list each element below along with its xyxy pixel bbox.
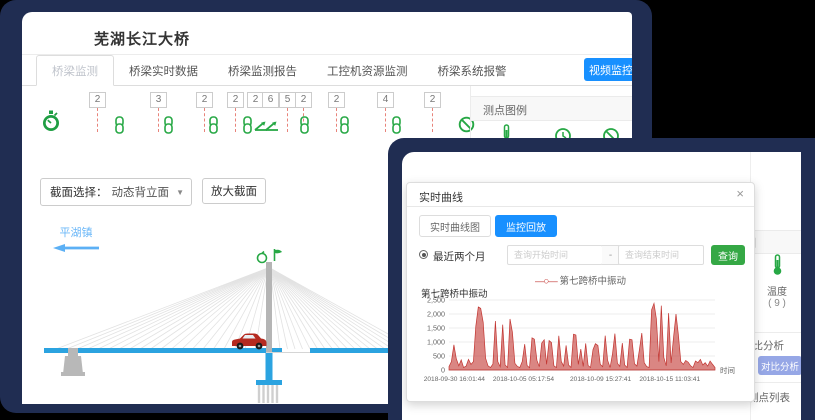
main-tab-bar: 桥梁监测桥梁实时数据桥梁监测报告工控机资源监测桥梁系统报警 bbox=[36, 55, 522, 86]
chevron-down-icon: ▼ bbox=[176, 188, 191, 197]
query-row: 最近两个月 - 查询 bbox=[419, 245, 742, 267]
divider bbox=[751, 332, 801, 333]
bridge-diagram bbox=[28, 248, 400, 404]
link-icon[interactable] bbox=[241, 116, 254, 139]
recent-two-months-label: 最近两个月 bbox=[433, 249, 486, 264]
stopwatch-icon[interactable] bbox=[41, 110, 61, 138]
page-title: 芜湖长江大桥 bbox=[94, 28, 190, 49]
link-icon[interactable] bbox=[113, 116, 126, 139]
realtime-curve-modal: 实时曲线 × 实时曲线图监控回放 最近两个月 - 查询 —○— 第七跨桥中振动 … bbox=[406, 182, 755, 402]
date-range-separator: - bbox=[602, 245, 619, 265]
vibration-chart: 0 500 1,000 1,500 2,000 2,500 2018-09-30 16:01… bbox=[415, 295, 750, 395]
pile-cap bbox=[256, 380, 282, 385]
svg-text:1,000: 1,000 bbox=[427, 338, 445, 347]
section-select-value: 动态背立面 bbox=[112, 184, 177, 200]
svg-text:2,000: 2,000 bbox=[427, 310, 445, 319]
temperature-label: 温度 bbox=[754, 283, 800, 298]
thermometer-icon bbox=[771, 254, 784, 276]
sensor-count-box: 2 bbox=[424, 92, 441, 108]
sensor-dash-line bbox=[432, 108, 433, 132]
section-select[interactable]: 截面选择： 动态背立面 ▼ bbox=[40, 178, 192, 206]
car bbox=[232, 334, 267, 350]
main-tab-3[interactable]: 工控机资源监测 bbox=[312, 55, 423, 86]
main-tab-2[interactable]: 桥梁监测报告 bbox=[213, 55, 312, 86]
sensor-dash-line bbox=[336, 108, 337, 132]
section-select-label: 截面选择： bbox=[41, 184, 112, 200]
query-button[interactable]: 查询 bbox=[711, 245, 745, 265]
sensor-count-box: 2 bbox=[295, 92, 312, 108]
compare-button[interactable]: 对比分析 bbox=[758, 356, 801, 375]
sensor-count-box: 3 bbox=[150, 92, 167, 108]
chart-legend[interactable]: —○— 第七跨桥中振动 bbox=[407, 273, 754, 287]
piles bbox=[259, 385, 277, 403]
svg-text:2,500: 2,500 bbox=[427, 296, 445, 305]
video-monitor-button[interactable]: 视频监控 bbox=[584, 58, 632, 81]
modal-tab-bar: 实时曲线图监控回放 bbox=[419, 215, 557, 237]
sensor-dash-line bbox=[97, 108, 98, 132]
sensor-dash-line bbox=[287, 108, 288, 132]
link-icon[interactable] bbox=[338, 116, 351, 139]
query-end-time-input[interactable] bbox=[618, 245, 704, 265]
legend-label: 第七跨桥中振动 bbox=[559, 276, 626, 287]
svg-text:2018-10-09 15:27:41: 2018-10-09 15:27:41 bbox=[570, 376, 632, 383]
main-tab-0[interactable]: 桥梁监测 bbox=[36, 55, 114, 86]
modal-title: 实时曲线 bbox=[419, 189, 463, 205]
link-icon[interactable] bbox=[390, 116, 403, 139]
gps-icon bbox=[258, 252, 267, 263]
overlay-window: 测点图例 温度 ( 9 ) 对比分析 对比分析 测点列表 实时曲线 × 实时曲线… bbox=[402, 152, 801, 420]
desktop: 芜湖长江大桥 桥梁监测桥梁实时数据桥梁监测报告工控机资源监测桥梁系统报警 视频监… bbox=[0, 0, 815, 420]
sensor-count-box: 2 bbox=[227, 92, 244, 108]
sensor-count-box: 2 bbox=[89, 92, 106, 108]
svg-text:2018-10-15 11:03:41: 2018-10-15 11:03:41 bbox=[639, 376, 700, 383]
svg-text:时间: 时间 bbox=[720, 365, 735, 375]
recent-two-months-radio[interactable] bbox=[419, 250, 428, 259]
link-icon[interactable] bbox=[298, 116, 311, 139]
legend-panel-title: 测点图例 bbox=[483, 102, 527, 118]
sensor-count-box: 6 bbox=[262, 92, 279, 108]
sensor-count-box: 2 bbox=[196, 92, 213, 108]
main-tab-1[interactable]: 桥梁实时数据 bbox=[114, 55, 213, 86]
sensor-dash-line bbox=[235, 108, 236, 132]
legend-panel-header: 测点图例 bbox=[471, 96, 632, 121]
bridge-cables bbox=[56, 268, 400, 349]
svg-text:1,500: 1,500 bbox=[427, 324, 445, 333]
modal-tab-1[interactable]: 监控回放 bbox=[495, 215, 557, 237]
modal-tab-0[interactable]: 实时曲线图 bbox=[419, 215, 491, 237]
svg-text:2018-09-30 16:01:44: 2018-09-30 16:01:44 bbox=[424, 376, 486, 383]
main-tab-4[interactable]: 桥梁系统报警 bbox=[423, 55, 522, 86]
svg-text:2018-10-05 05:17:54: 2018-10-05 05:17:54 bbox=[493, 376, 555, 383]
modal-header: 实时曲线 × bbox=[407, 183, 754, 207]
sensor-dash-line bbox=[385, 108, 386, 132]
link-icon[interactable] bbox=[207, 116, 220, 139]
temperature-count: ( 9 ) bbox=[754, 298, 800, 309]
divider bbox=[751, 382, 801, 383]
sensor-dash-line bbox=[158, 108, 159, 132]
legend-marker: —○— bbox=[535, 276, 557, 287]
query-start-time-input[interactable] bbox=[507, 245, 603, 265]
close-icon[interactable]: × bbox=[736, 187, 744, 201]
link-icon[interactable] bbox=[162, 116, 175, 139]
slope-icon[interactable] bbox=[265, 119, 279, 138]
sensor-count-box: 5 bbox=[279, 92, 296, 108]
direction-label: 平湖镇 bbox=[46, 224, 106, 240]
svg-text:500: 500 bbox=[433, 352, 445, 361]
svg-text:0: 0 bbox=[441, 366, 445, 375]
sensor-count-box: 2 bbox=[328, 92, 345, 108]
sensor-dash-line bbox=[204, 108, 205, 132]
bridge-deck-right bbox=[310, 348, 400, 353]
tower-pier bbox=[266, 353, 273, 381]
anemometer-icon bbox=[275, 249, 283, 261]
sensor-count-box: 4 bbox=[377, 92, 394, 108]
enlarge-section-button[interactable]: 放大截面 bbox=[202, 178, 266, 204]
temperature-legend[interactable]: 温度 ( 9 ) bbox=[754, 254, 800, 309]
